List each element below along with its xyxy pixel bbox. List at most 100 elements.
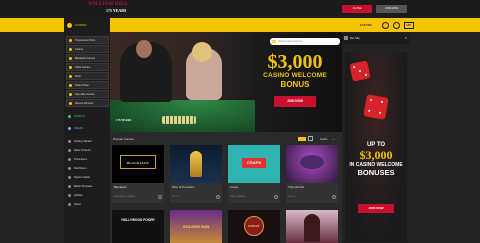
game-name: Craps — [230, 185, 239, 189]
hero-amount: $3,000 — [267, 51, 323, 73]
tab-casino-label: CASINO — [75, 23, 87, 27]
sidebar-item[interactable]: Table Games — [66, 63, 109, 71]
sidebar-item-label: Refer A Friend — [74, 148, 91, 152]
sidebar-item[interactable]: Recent Winners — [66, 99, 109, 107]
close-button[interactable]: CLOSE — [342, 5, 372, 13]
game-category: SLOTS — [172, 196, 180, 198]
sidebar-item-label: Getting Started — [74, 139, 92, 143]
right-gutter — [410, 32, 480, 243]
sidebar-item-label: Video Poker — [75, 83, 90, 87]
sidebar-item[interactable]: Promotions — [66, 155, 109, 163]
sidebar-item-icon — [69, 65, 72, 69]
clock-text: 12:07 WS — [360, 23, 372, 27]
close-icon[interactable]: ✕ — [404, 32, 407, 44]
game-art: BLACKJACK — [112, 145, 164, 183]
logo-text: WILLIAM HILL — [88, 2, 129, 7]
hero-badge: 175 YEARS — [116, 118, 132, 122]
search-input[interactable]: Search Casino Games — [270, 38, 340, 45]
sidebar-item-icon — [69, 83, 72, 87]
game-card[interactable]: CRAPS Craps TABLE GAMES — [228, 145, 280, 203]
sidebar-item[interactable]: Blackjack Games — [66, 54, 109, 62]
game-art-text: GOLDEN SUN — [182, 224, 210, 229]
top-bar: WILLIAM HILL 175 YEARS CLOSE JOIN NOW — [0, 0, 480, 18]
game-card[interactable] — [286, 210, 338, 243]
poseidon-image — [190, 151, 202, 177]
sidebar-item[interactable]: Casino — [66, 45, 109, 53]
sidebar-item[interactable]: Slots — [66, 72, 109, 80]
hero-promo: $3,000 CASINO WELCOME BONUS JOIN NOW — [250, 52, 340, 107]
sidebar-item-label: Casino — [75, 47, 84, 51]
cards-label[interactable]: Cards — [320, 137, 327, 141]
sidebar-item-icon — [68, 148, 71, 152]
clock-icon[interactable] — [392, 21, 400, 29]
currency-selector[interactable]: GBP — [403, 21, 414, 29]
add-favorite-icon[interactable] — [158, 195, 162, 199]
search-placeholder: Search Casino Games — [278, 40, 303, 43]
bet-slip-header[interactable]: Bet Slip ✕ — [342, 32, 410, 44]
sidebar-item[interactable]: Match Previews — [66, 182, 109, 190]
sidebar-item[interactable]: Getting Started — [66, 137, 109, 145]
list-view-toggle[interactable] — [298, 137, 306, 141]
game-art — [170, 145, 222, 183]
sidebar-item-label: SPORTS — [74, 114, 85, 118]
tab-casino[interactable]: CASINO — [64, 18, 110, 32]
game-card[interactable]: HOLLYWOOD POKER — [112, 210, 164, 243]
join-now-button[interactable]: JOIN NOW — [376, 5, 407, 13]
sidebar-item-label: VEGAS — [74, 126, 83, 130]
game-card[interactable]: Thunderbird SLOTS — [286, 145, 338, 203]
sidebar-item-label: Sports Insider — [74, 175, 91, 179]
betslip-icon — [344, 36, 348, 40]
help-icon[interactable] — [381, 21, 389, 29]
sidebar-item-label: Blackjack Games — [75, 56, 96, 60]
grid-view-icon[interactable] — [308, 136, 313, 141]
sidebar-item-icon — [68, 166, 71, 170]
section-title: Popular Games — [113, 137, 134, 141]
game-card[interactable]: KNIGHT — [228, 210, 280, 243]
brand-logo[interactable]: WILLIAM HILL 175 YEARS — [88, 2, 140, 15]
sidebar-item[interactable]: Progressive Wins — [66, 36, 109, 44]
game-name: Blackjack — [114, 185, 127, 189]
dice-image — [349, 60, 371, 82]
sidebar-item[interactable]: Articles — [66, 191, 109, 199]
character-image — [304, 214, 320, 242]
popular-games-header: Popular Games Cards ‹ › — [110, 134, 342, 144]
sidebar-item-icon — [69, 47, 72, 51]
carousel-arrows[interactable]: ‹ › — [332, 137, 335, 141]
ad-amount: $3,000 — [359, 148, 393, 162]
sidebar-item-icon — [69, 38, 72, 42]
side-advert[interactable]: UP TO $3,000 IN CASINO WELCOME BONUSES J… — [345, 52, 407, 242]
hero-join-button[interactable]: JOIN NOW — [274, 96, 316, 107]
add-favorite-icon[interactable] — [274, 195, 278, 199]
sidebar-item[interactable]: Red Room — [66, 164, 109, 172]
hero-line2: BONUS — [280, 80, 310, 89]
main-content: 175 YEARS Search Casino Games $3,000 CAS… — [110, 32, 342, 243]
sidebar-item[interactable]: Sports Insider — [66, 173, 109, 181]
sidebar-item-label: About — [74, 202, 81, 206]
hero-banner[interactable]: 175 YEARS Search Casino Games $3,000 CAS… — [110, 32, 342, 132]
sidebar-item-icon — [69, 92, 72, 96]
game-art-text: CRAPS — [242, 158, 266, 168]
hero-line1: CASINO WELCOME — [263, 72, 327, 79]
game-card[interactable]: BLACKJACK Blackjack BLACKJACK GAMES — [112, 145, 164, 203]
sidebar-item-label: Progressive Wins — [75, 38, 96, 42]
add-favorite-icon[interactable] — [216, 195, 220, 199]
sidebar: Progressive Wins Casino Blackjack Games Tab… — [64, 32, 110, 243]
sidebar-item[interactable]: About — [66, 200, 109, 208]
add-favorite-icon[interactable] — [332, 195, 336, 199]
sidebar-item[interactable]: Video Poker — [66, 81, 109, 89]
game-name: Thunderbird — [288, 185, 305, 189]
ad-line2: BONUSES — [357, 168, 395, 177]
sidebar-item-label: Recent Winners — [75, 101, 94, 105]
sidebar-item[interactable]: SPORTS — [66, 112, 109, 120]
game-card[interactable]: GOLDEN SUN — [170, 210, 222, 243]
sidebar-item-label: Articles — [74, 193, 83, 197]
sidebar-item[interactable]: Specialty Games — [66, 90, 109, 98]
sidebar-item-icon — [68, 126, 71, 130]
game-card[interactable]: Rise of Poseidon SLOTS — [170, 145, 222, 203]
betslip-label: Bet Slip — [350, 36, 360, 40]
woman-head-image — [192, 42, 212, 62]
sidebar-item[interactable]: VEGAS — [66, 124, 109, 132]
sidebar-item[interactable]: Refer A Friend — [66, 146, 109, 154]
ad-join-button[interactable]: JOIN NOW — [358, 204, 394, 213]
right-panel: Bet Slip ✕ UP TO $3,000 IN CASINO WELCOM… — [342, 32, 410, 243]
